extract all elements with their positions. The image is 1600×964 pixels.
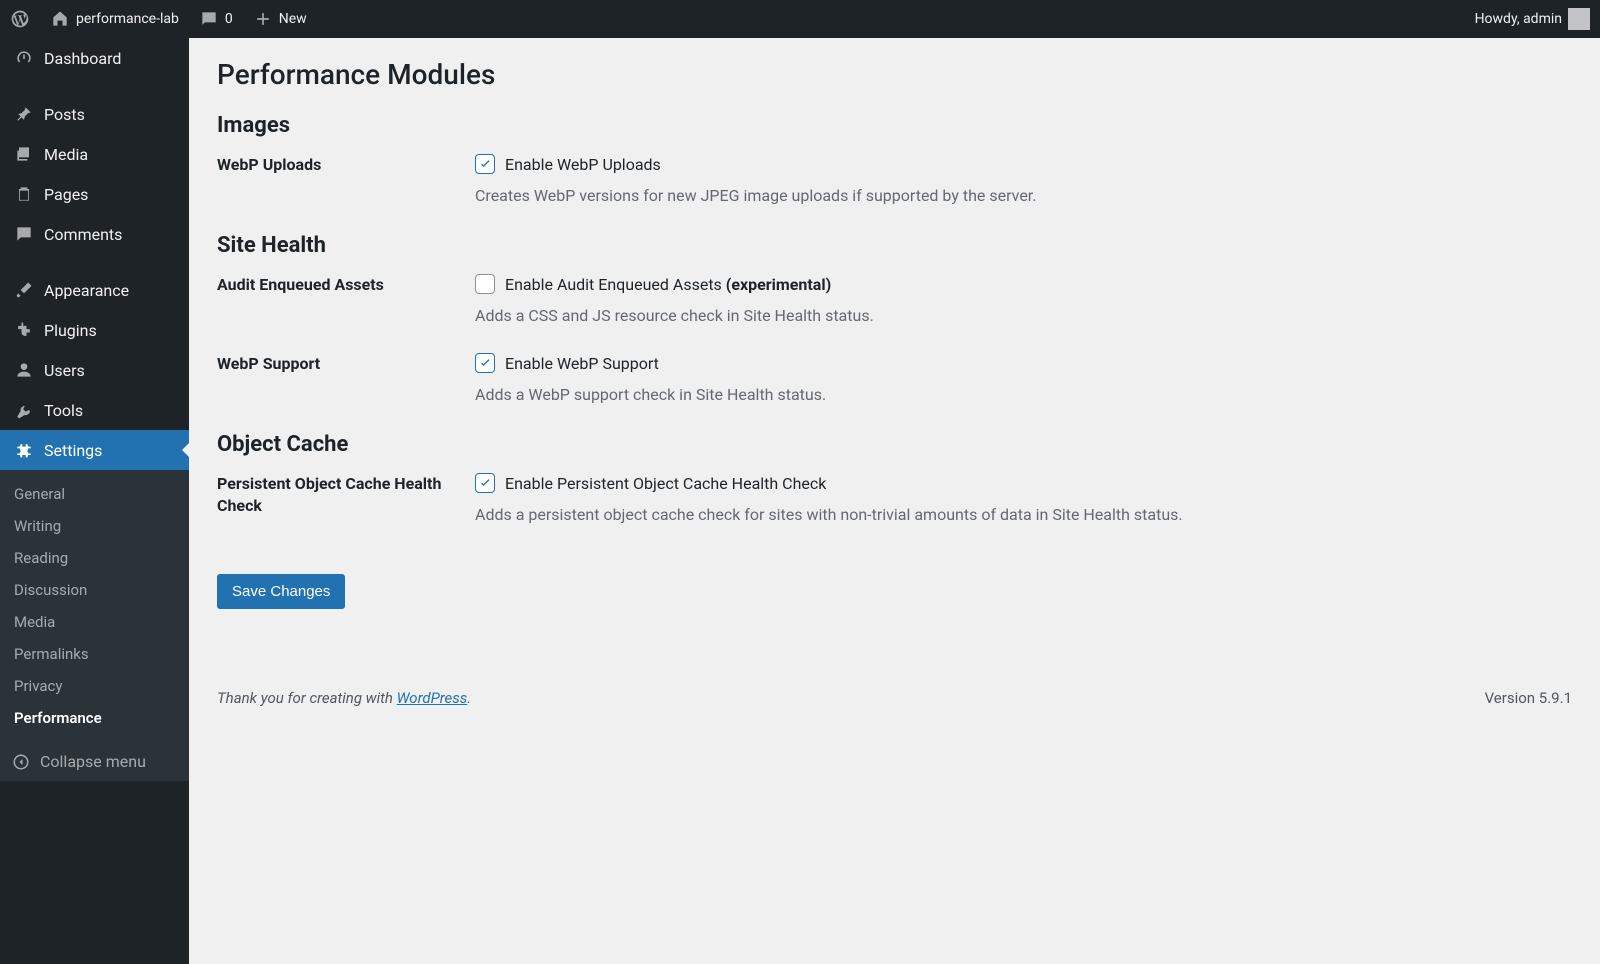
row-description: Adds a persistent object cache check for… (475, 505, 1572, 524)
sidebar-item-label: Settings (44, 441, 102, 460)
sidebar-item-label: Comments (44, 225, 122, 244)
checkbox[interactable] (475, 274, 495, 294)
checkbox-label[interactable]: Enable WebP Support (505, 354, 659, 373)
account-button[interactable]: Howdy, admin (1465, 0, 1600, 38)
wordpress-icon (10, 9, 30, 29)
dashboard-icon (14, 48, 34, 68)
plus-icon (253, 9, 273, 29)
sidebar-item-dashboard[interactable]: Dashboard (0, 38, 189, 78)
checkbox[interactable] (475, 353, 495, 373)
comments-count: 0 (225, 11, 233, 27)
sidebar-item-label: Media (44, 145, 88, 164)
submenu-item-discussion[interactable]: Discussion (0, 574, 189, 606)
checkbox-label[interactable]: Enable WebP Uploads (505, 155, 661, 174)
brush-icon (14, 280, 34, 300)
sidebar-item-label: Appearance (44, 281, 129, 300)
sidebar-item-label: Posts (44, 105, 85, 124)
avatar (1568, 8, 1590, 30)
collapse-menu-button[interactable]: Collapse menu (0, 742, 189, 781)
plugin-icon (14, 320, 34, 340)
submenu-item-writing[interactable]: Writing (0, 510, 189, 542)
site-title-button[interactable]: performance-lab (40, 0, 189, 38)
row-label: WebP Support (217, 353, 475, 375)
wordpress-link[interactable]: WordPress (397, 689, 468, 707)
checkbox[interactable] (475, 473, 495, 493)
sidebar-item-plugins[interactable]: Plugins (0, 310, 189, 350)
section-heading: Images (217, 113, 1572, 138)
submenu-item-media[interactable]: Media (0, 606, 189, 638)
row-description: Creates WebP versions for new JPEG image… (475, 186, 1572, 205)
sidebar-item-label: Dashboard (44, 49, 121, 68)
sidebar-item-label: Plugins (44, 321, 97, 340)
row-label: WebP Uploads (217, 154, 475, 176)
media-icon (14, 144, 34, 164)
form-row: WebP Support Enable WebP Support Adds a We… (217, 353, 1572, 404)
comment-icon (199, 9, 219, 29)
admin-bar: performance-lab 0 New Howdy, admin (0, 0, 1600, 38)
row-body: Enable Audit Enqueued Assets (experiment… (475, 274, 1572, 325)
comment-icon (14, 224, 34, 244)
site-name: performance-lab (76, 11, 179, 27)
section-heading: Object Cache (217, 432, 1572, 457)
experimental-badge: (experimental) (726, 275, 831, 294)
checkbox-label[interactable]: Enable Audit Enqueued Assets (experiment… (505, 275, 831, 294)
users-icon (14, 360, 34, 380)
section-heading: Site Health (217, 233, 1572, 258)
footer: Thank you for creating with WordPress. V… (217, 689, 1572, 707)
row-body: Enable WebP Support Adds a WebP support c… (475, 353, 1572, 404)
new-content-button[interactable]: New (243, 0, 317, 38)
submenu-item-privacy[interactable]: Privacy (0, 670, 189, 702)
form-row: WebP Uploads Enable WebP Uploads Creates W… (217, 154, 1572, 205)
wp-logo-button[interactable] (0, 0, 40, 38)
page-title: Performance Modules (217, 58, 1572, 91)
admin-sidebar: Dashboard Posts Media Pages Comments App… (0, 38, 189, 964)
check-icon (478, 356, 493, 371)
form-row: Audit Enqueued Assets Enable Audit Enqueu… (217, 274, 1572, 325)
submenu-item-reading[interactable]: Reading (0, 542, 189, 574)
tools-icon (14, 400, 34, 420)
main-content: Performance Modules ImagesWebP UploadsEn… (189, 38, 1600, 727)
sidebar-item-comments[interactable]: Comments (0, 214, 189, 254)
comments-button[interactable]: 0 (189, 0, 243, 38)
pin-icon (14, 104, 34, 124)
new-label: New (279, 11, 307, 27)
checkbox[interactable] (475, 154, 495, 174)
sidebar-item-appearance[interactable]: Appearance (0, 270, 189, 310)
sidebar-item-users[interactable]: Users (0, 350, 189, 390)
sidebar-item-settings[interactable]: Settings (0, 430, 189, 470)
settings-submenu: General Writing Reading Discussion Media… (0, 470, 189, 742)
pages-icon (14, 184, 34, 204)
submenu-item-performance[interactable]: Performance (0, 702, 189, 734)
sidebar-item-label: Tools (44, 401, 83, 420)
sidebar-item-media[interactable]: Media (0, 134, 189, 174)
sidebar-item-tools[interactable]: Tools (0, 390, 189, 430)
submenu-item-general[interactable]: General (0, 478, 189, 510)
collapse-icon (12, 753, 30, 771)
row-description: Adds a WebP support check in Site Health… (475, 385, 1572, 404)
row-label: Audit Enqueued Assets (217, 274, 475, 296)
collapse-label: Collapse menu (40, 752, 146, 771)
row-description: Adds a CSS and JS resource check in Site… (475, 306, 1572, 325)
save-button[interactable]: Save Changes (217, 574, 345, 609)
sidebar-item-posts[interactable]: Posts (0, 94, 189, 134)
row-body: Enable WebP Uploads Creates WebP versions… (475, 154, 1572, 205)
form-row: Persistent Object Cache Health Check Enab… (217, 473, 1572, 524)
check-icon (478, 157, 493, 172)
sidebar-item-label: Users (44, 361, 85, 380)
submenu-item-permalinks[interactable]: Permalinks (0, 638, 189, 670)
footer-thanks: Thank you for creating with (217, 689, 397, 707)
settings-icon (14, 440, 34, 460)
checkbox-label[interactable]: Enable Persistent Object Cache Health Ch… (505, 474, 826, 493)
footer-period: . (467, 689, 471, 707)
sidebar-item-label: Pages (44, 185, 88, 204)
howdy-text: Howdy, admin (1475, 11, 1562, 27)
check-icon (478, 476, 493, 491)
version-text: Version 5.9.1 (1485, 689, 1572, 707)
sidebar-item-pages[interactable]: Pages (0, 174, 189, 214)
row-body: Enable Persistent Object Cache Health Ch… (475, 473, 1572, 524)
row-label: Persistent Object Cache Health Check (217, 473, 475, 518)
home-icon (50, 9, 70, 29)
